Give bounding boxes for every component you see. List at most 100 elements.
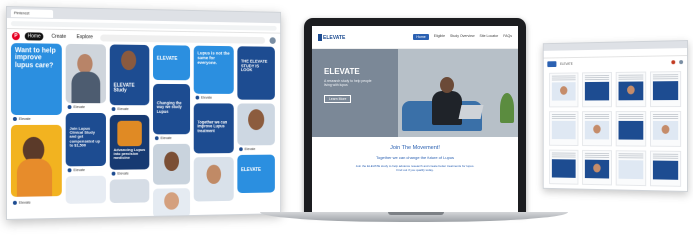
hero-plant [500, 93, 514, 123]
pin-grid: Want to help improve lupus care? Elevate… [10, 43, 277, 219]
nav-item-site-locator[interactable]: Site Locator [480, 34, 499, 40]
post-card[interactable] [582, 111, 612, 147]
pin-title: Changing the way we study Lupus [156, 100, 182, 114]
person-shirt [16, 158, 53, 197]
left-browser-window: Pinterest P Home Create Explore Want to … [6, 6, 282, 220]
post-card[interactable] [582, 72, 612, 108]
post-card[interactable] [615, 111, 647, 147]
pin-meta: Elevate [67, 105, 85, 110]
pin-card[interactable]: Want to help improve lupus care? [10, 43, 62, 115]
person-photo [164, 192, 180, 210]
post-card[interactable] [549, 149, 579, 185]
person-photo [593, 163, 601, 173]
person-photo [661, 124, 670, 134]
pin-meta: Elevate [239, 147, 256, 152]
avatar[interactable] [269, 36, 276, 44]
post-image [584, 120, 610, 140]
post-card[interactable] [549, 72, 579, 108]
post-card[interactable] [650, 111, 682, 147]
pin-author: Elevate [73, 105, 85, 110]
pinterest-logo-icon[interactable]: P [11, 32, 20, 41]
pin-author: Elevate [117, 107, 129, 112]
hero-person-head [440, 77, 454, 93]
logo-mark-icon [318, 33, 322, 41]
pin-card[interactable]: THE ELEVATE STUDY IS LOOK [237, 46, 275, 100]
pin-author: Elevate [18, 200, 31, 205]
pin-meta: Elevate [12, 116, 31, 121]
post-card[interactable] [615, 71, 647, 108]
pin-card[interactable] [193, 156, 234, 202]
person-photo [627, 85, 635, 95]
author-icon [12, 200, 17, 205]
dashboard-toolbar: ELEVATE [544, 56, 687, 70]
post-card[interactable] [650, 71, 682, 108]
pin-card[interactable]: Lupus is not the same for everyone. [193, 45, 234, 94]
pin-card[interactable]: Advancing Lupus into precision medicine [109, 114, 150, 170]
search-input[interactable] [100, 34, 266, 44]
nav-create[interactable]: Create [49, 33, 69, 41]
laptop-screen: ELEVATE Home Eligible Study Overview Sit… [312, 26, 518, 212]
pin-author: Elevate [244, 147, 256, 152]
right-browser-window: ELEVATE [542, 40, 688, 192]
pin-title: Together we can improve Lupus treatment [197, 119, 228, 134]
post-card[interactable] [549, 111, 579, 147]
nav-item-eligible[interactable]: Eligible [434, 34, 445, 40]
pin-card[interactable] [153, 188, 191, 218]
author-icon [154, 136, 159, 141]
laptop-notch [388, 212, 444, 215]
author-icon [111, 107, 116, 112]
nav-item-home[interactable]: Home [413, 34, 429, 40]
butterfly-icon [117, 120, 142, 147]
laptop: ELEVATE Home Eligible Study Overview Sit… [304, 18, 526, 214]
pin-card[interactable]: Together we can improve Lupus treatment [193, 103, 234, 154]
profile-icon[interactable] [679, 60, 684, 65]
author-icon [111, 171, 116, 176]
pin-card[interactable]: Changing the way we study Lupus [153, 83, 191, 135]
person-photo [164, 151, 180, 172]
person-photo [206, 164, 222, 185]
pin-meta: Elevate [195, 95, 212, 100]
post-card[interactable] [650, 150, 682, 187]
hero-person [432, 91, 462, 125]
post-image [551, 120, 576, 140]
author-icon [67, 168, 72, 173]
pin-card[interactable] [109, 179, 150, 204]
post-text [618, 114, 644, 119]
pin-title: Advancing Lupus into precision medicine [113, 147, 146, 161]
site-body: Join The Movement! Together we can chang… [312, 137, 518, 172]
hero-banner: ELEVATE A research study to help people … [312, 49, 518, 137]
site-logo[interactable]: ELEVATE [318, 33, 345, 41]
nav-item-study-overview[interactable]: Study Overview [450, 34, 475, 40]
pin-card[interactable] [237, 103, 275, 146]
post-text [618, 153, 644, 159]
post-card[interactable] [582, 149, 612, 186]
post-image [618, 81, 644, 101]
person-shirt [71, 71, 101, 104]
notification-icon[interactable] [671, 60, 676, 65]
pin-card[interactable]: ELEVATE [237, 154, 275, 194]
pin-card[interactable] [10, 124, 62, 197]
nav-home[interactable]: Home [24, 32, 44, 41]
post-card[interactable] [615, 150, 647, 187]
pin-title: ELEVATE [156, 55, 178, 62]
author-icon [12, 116, 17, 121]
pin-card[interactable]: ELEVATE [153, 45, 191, 81]
browser-tab[interactable]: Pinterest [10, 8, 54, 18]
pin-card[interactable] [153, 143, 191, 185]
learn-more-button[interactable]: Learn More [324, 95, 352, 103]
pin-card[interactable] [65, 175, 106, 204]
nav-item-faqs[interactable]: FAQs [503, 34, 512, 40]
person-photo [248, 109, 265, 131]
post-image [551, 82, 576, 101]
author-icon [195, 95, 200, 100]
hero-title: ELEVATE [324, 67, 360, 76]
brand-logo[interactable] [547, 61, 557, 68]
author-icon [239, 147, 243, 152]
nav-explore[interactable]: Explore [74, 33, 96, 41]
pin-card[interactable]: Join Lupus Clinical Study and get compen… [65, 113, 106, 167]
hero-laptop [458, 105, 484, 119]
pin-card[interactable] [65, 43, 106, 104]
pin-card[interactable]: ELEVATE Study [109, 44, 150, 106]
person-photo [593, 124, 601, 134]
post-grid [549, 71, 682, 187]
